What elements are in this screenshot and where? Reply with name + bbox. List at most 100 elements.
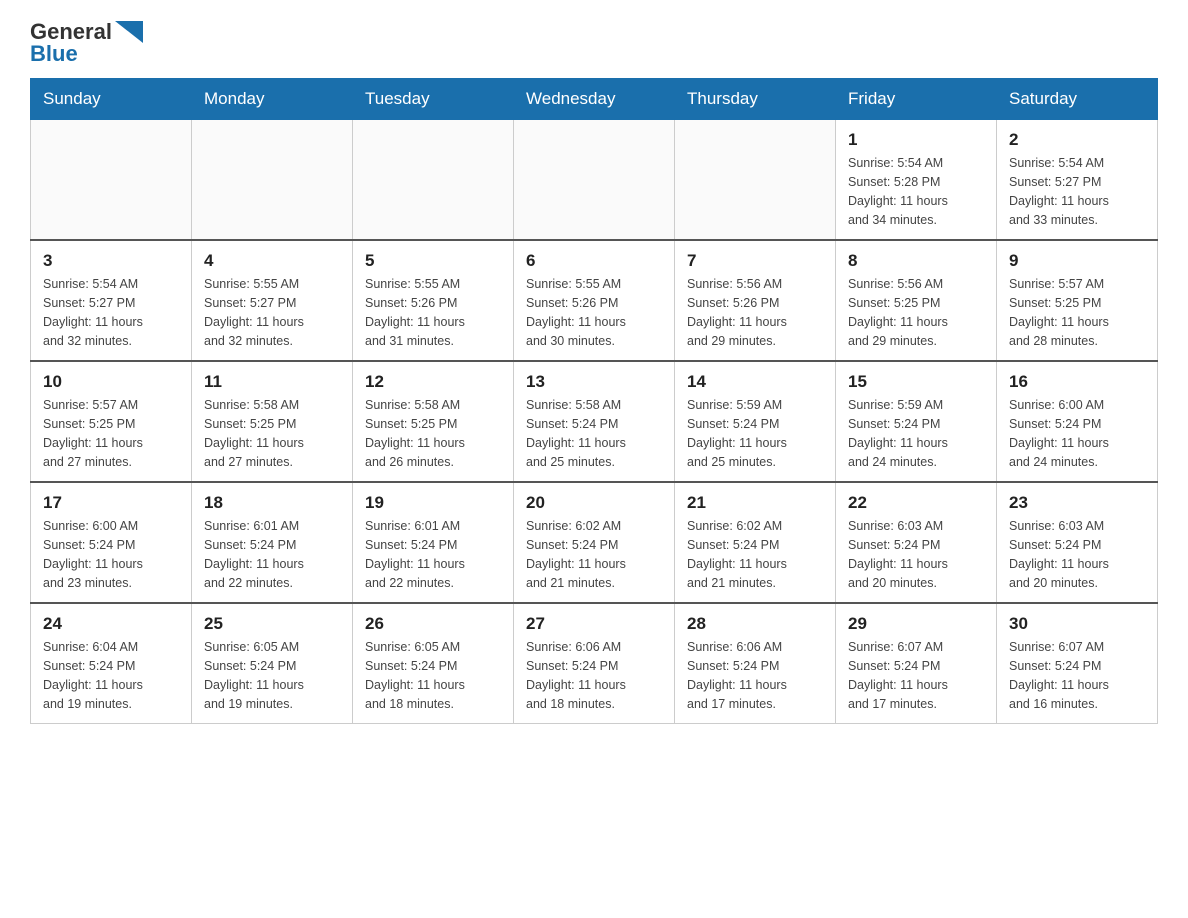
day-number: 29 (848, 614, 984, 634)
calendar-cell: 19Sunrise: 6:01 AMSunset: 5:24 PMDayligh… (353, 482, 514, 603)
calendar-cell: 30 Sunrise: 6:07 AMSunset: 5:24 PMDayligh… (997, 603, 1158, 724)
calendar-cell: 27Sunrise: 6:06 AMSunset: 5:24 PMDayligh… (514, 603, 675, 724)
logo-blue: Blue (30, 42, 143, 66)
day-info: Sunrise: 5:54 AMSunset: 5:28 PMDaylight:… (848, 154, 984, 229)
day-number: 1 (848, 130, 984, 150)
day-info: Sunrise: 5:57 AMSunset: 5:25 PMDaylight:… (43, 396, 179, 471)
day-info: Sunrise: 5:54 AMSunset: 5:27 PMDaylight:… (1009, 154, 1145, 229)
day-info: Sunrise: 5:59 AMSunset: 5:24 PMDaylight:… (687, 396, 823, 471)
day-info: Sunrise: 5:56 AMSunset: 5:25 PMDaylight:… (848, 275, 984, 350)
day-number: 16 (1009, 372, 1145, 392)
calendar-cell: 17 Sunrise: 6:00 AMSunset: 5:24 PMDayligh… (31, 482, 192, 603)
day-info: Sunrise: 6:00 AMSunset: 5:24 PMDaylight:… (43, 517, 179, 592)
calendar-cell: 15Sunrise: 5:59 AMSunset: 5:24 PMDayligh… (836, 361, 997, 482)
day-info: Sunrise: 6:04 AMSunset: 5:24 PMDaylight:… (43, 638, 179, 713)
calendar-row-1: 3 Sunrise: 5:54 AMSunset: 5:27 PMDaylight… (31, 240, 1158, 361)
calendar-cell: 29 Sunrise: 6:07 AMSunset: 5:24 PMDayligh… (836, 603, 997, 724)
calendar-cell: 3 Sunrise: 5:54 AMSunset: 5:27 PMDaylight… (31, 240, 192, 361)
calendar-cell: 16 Sunrise: 6:00 AMSunset: 5:24 PMDayligh… (997, 361, 1158, 482)
day-info: Sunrise: 5:54 AMSunset: 5:27 PMDaylight:… (43, 275, 179, 350)
day-number: 15 (848, 372, 984, 392)
day-number: 4 (204, 251, 340, 271)
calendar-cell: 9 Sunrise: 5:57 AMSunset: 5:25 PMDaylight… (997, 240, 1158, 361)
calendar-cell: 8 Sunrise: 5:56 AMSunset: 5:25 PMDaylight… (836, 240, 997, 361)
day-number: 25 (204, 614, 340, 634)
day-info: Sunrise: 6:02 AMSunset: 5:24 PMDaylight:… (687, 517, 823, 592)
day-info: Sunrise: 5:55 AMSunset: 5:26 PMDaylight:… (365, 275, 501, 350)
calendar-cell: 1 Sunrise: 5:54 AMSunset: 5:28 PMDaylight… (836, 120, 997, 241)
calendar-cell (514, 120, 675, 241)
calendar-cell: 4 Sunrise: 5:55 AMSunset: 5:27 PMDaylight… (192, 240, 353, 361)
calendar-cell: 26Sunrise: 6:05 AMSunset: 5:24 PMDayligh… (353, 603, 514, 724)
calendar-row-4: 24 Sunrise: 6:04 AMSunset: 5:24 PMDayligh… (31, 603, 1158, 724)
calendar-table: SundayMondayTuesdayWednesdayThursdayFrid… (30, 78, 1158, 724)
day-info: Sunrise: 6:06 AMSunset: 5:24 PMDaylight:… (687, 638, 823, 713)
weekday-header-friday: Friday (836, 79, 997, 120)
page-header: General Blue (30, 20, 1158, 66)
weekday-header-row: SundayMondayTuesdayWednesdayThursdayFrid… (31, 79, 1158, 120)
day-number: 22 (848, 493, 984, 513)
calendar-row-2: 10 Sunrise: 5:57 AMSunset: 5:25 PMDayligh… (31, 361, 1158, 482)
calendar-cell: 18Sunrise: 6:01 AMSunset: 5:24 PMDayligh… (192, 482, 353, 603)
day-info: Sunrise: 6:01 AMSunset: 5:24 PMDaylight:… (365, 517, 501, 592)
day-number: 23 (1009, 493, 1145, 513)
day-info: Sunrise: 6:07 AMSunset: 5:24 PMDaylight:… (848, 638, 984, 713)
day-number: 24 (43, 614, 179, 634)
day-info: Sunrise: 5:55 AMSunset: 5:27 PMDaylight:… (204, 275, 340, 350)
day-info: Sunrise: 6:00 AMSunset: 5:24 PMDaylight:… (1009, 396, 1145, 471)
day-info: Sunrise: 6:05 AMSunset: 5:24 PMDaylight:… (365, 638, 501, 713)
weekday-header-monday: Monday (192, 79, 353, 120)
day-info: Sunrise: 6:03 AMSunset: 5:24 PMDaylight:… (1009, 517, 1145, 592)
day-info: Sunrise: 6:07 AMSunset: 5:24 PMDaylight:… (1009, 638, 1145, 713)
day-number: 21 (687, 493, 823, 513)
day-number: 17 (43, 493, 179, 513)
calendar-cell (675, 120, 836, 241)
day-number: 7 (687, 251, 823, 271)
logo: General Blue (30, 20, 143, 66)
calendar-cell (31, 120, 192, 241)
day-number: 6 (526, 251, 662, 271)
calendar-cell: 25 Sunrise: 6:05 AMSunset: 5:24 PMDayligh… (192, 603, 353, 724)
calendar-row-3: 17 Sunrise: 6:00 AMSunset: 5:24 PMDayligh… (31, 482, 1158, 603)
day-number: 14 (687, 372, 823, 392)
day-info: Sunrise: 6:02 AMSunset: 5:24 PMDaylight:… (526, 517, 662, 592)
calendar-cell: 7Sunrise: 5:56 AMSunset: 5:26 PMDaylight… (675, 240, 836, 361)
day-number: 8 (848, 251, 984, 271)
calendar-cell: 13 Sunrise: 5:58 AMSunset: 5:24 PMDayligh… (514, 361, 675, 482)
day-number: 20 (526, 493, 662, 513)
calendar-cell: 23 Sunrise: 6:03 AMSunset: 5:24 PMDayligh… (997, 482, 1158, 603)
day-number: 18 (204, 493, 340, 513)
day-number: 11 (204, 372, 340, 392)
calendar-cell (192, 120, 353, 241)
calendar-cell: 20 Sunrise: 6:02 AMSunset: 5:24 PMDayligh… (514, 482, 675, 603)
day-info: Sunrise: 5:58 AMSunset: 5:25 PMDaylight:… (365, 396, 501, 471)
weekday-header-tuesday: Tuesday (353, 79, 514, 120)
calendar-cell: 28 Sunrise: 6:06 AMSunset: 5:24 PMDayligh… (675, 603, 836, 724)
calendar-cell (353, 120, 514, 241)
day-number: 9 (1009, 251, 1145, 271)
day-info: Sunrise: 6:06 AMSunset: 5:24 PMDaylight:… (526, 638, 662, 713)
day-info: Sunrise: 5:57 AMSunset: 5:25 PMDaylight:… (1009, 275, 1145, 350)
day-info: Sunrise: 5:58 AMSunset: 5:24 PMDaylight:… (526, 396, 662, 471)
day-info: Sunrise: 6:05 AMSunset: 5:24 PMDaylight:… (204, 638, 340, 713)
calendar-cell: 22 Sunrise: 6:03 AMSunset: 5:24 PMDayligh… (836, 482, 997, 603)
calendar-cell: 10 Sunrise: 5:57 AMSunset: 5:25 PMDayligh… (31, 361, 192, 482)
day-number: 2 (1009, 130, 1145, 150)
day-info: Sunrise: 6:03 AMSunset: 5:24 PMDaylight:… (848, 517, 984, 592)
day-info: Sunrise: 5:58 AMSunset: 5:25 PMDaylight:… (204, 396, 340, 471)
weekday-header-thursday: Thursday (675, 79, 836, 120)
day-number: 13 (526, 372, 662, 392)
day-number: 12 (365, 372, 501, 392)
day-info: Sunrise: 5:55 AMSunset: 5:26 PMDaylight:… (526, 275, 662, 350)
day-number: 3 (43, 251, 179, 271)
calendar-cell: 6 Sunrise: 5:55 AMSunset: 5:26 PMDaylight… (514, 240, 675, 361)
day-number: 28 (687, 614, 823, 634)
weekday-header-sunday: Sunday (31, 79, 192, 120)
weekday-header-saturday: Saturday (997, 79, 1158, 120)
day-number: 5 (365, 251, 501, 271)
calendar-row-0: 1 Sunrise: 5:54 AMSunset: 5:28 PMDaylight… (31, 120, 1158, 241)
calendar-cell: 5 Sunrise: 5:55 AMSunset: 5:26 PMDaylight… (353, 240, 514, 361)
day-number: 10 (43, 372, 179, 392)
day-number: 30 (1009, 614, 1145, 634)
calendar-cell: 12 Sunrise: 5:58 AMSunset: 5:25 PMDayligh… (353, 361, 514, 482)
